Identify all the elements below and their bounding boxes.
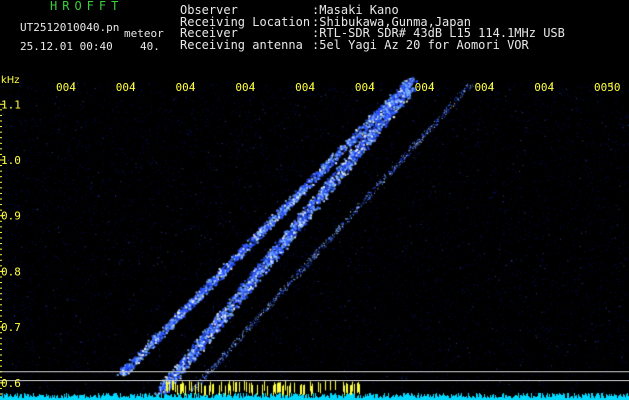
event-type-label: meteor — [124, 27, 164, 40]
date-time: 25.12.01 00:40 — [20, 40, 113, 53]
y-axis-unit: kHz — [1, 75, 20, 86]
event-count: 40. — [140, 40, 160, 53]
y-tick-label: 0.6 — [1, 377, 21, 390]
y-tick-label: 1.1 — [1, 98, 21, 111]
x-tick-label: 004 — [176, 81, 196, 94]
spectrogram: kHz 1.1 1.0 0.9 0.8 0.7 0.6 004 004 004 004 004 004 0… — [0, 74, 629, 400]
x-tick-label: 004 — [474, 81, 494, 94]
file-name: UT2512010040.pn — [20, 21, 120, 34]
antenna-value: :5el Yagi Az 20 for Aomori VOR — [312, 37, 529, 52]
x-tick-label: 004 — [415, 81, 435, 94]
y-tick-label: 1.0 — [1, 154, 21, 167]
spectrogram-axes: kHz 1.1 1.0 0.9 0.8 0.7 0.6 004 004 004 004 004 004 0… — [0, 75, 629, 395]
x-tick-label: 004 — [295, 81, 315, 94]
x-tick-label: 004 — [235, 81, 255, 94]
y-tick-label: 0.8 — [1, 265, 21, 278]
x-tick-label: 004 — [116, 81, 136, 94]
x-tick-label: 004 — [534, 81, 554, 94]
y-tick-label: 0.9 — [1, 210, 21, 223]
metadata-labels: Observer Receiving Location Receiver Rec… — [180, 4, 310, 52]
x-tick-label: 004 — [355, 81, 375, 94]
x-tick-label: 004 — [56, 81, 76, 94]
app-title: HROFFT — [50, 0, 124, 13]
metadata-values: :Masaki Kano :Shibukawa,Gunma,Japan :RTL… — [312, 4, 565, 52]
y-tick-label: 0.7 — [1, 321, 21, 334]
antenna-label: Receiving antenna — [180, 37, 303, 52]
x-tick-label: 0050 — [594, 81, 621, 94]
